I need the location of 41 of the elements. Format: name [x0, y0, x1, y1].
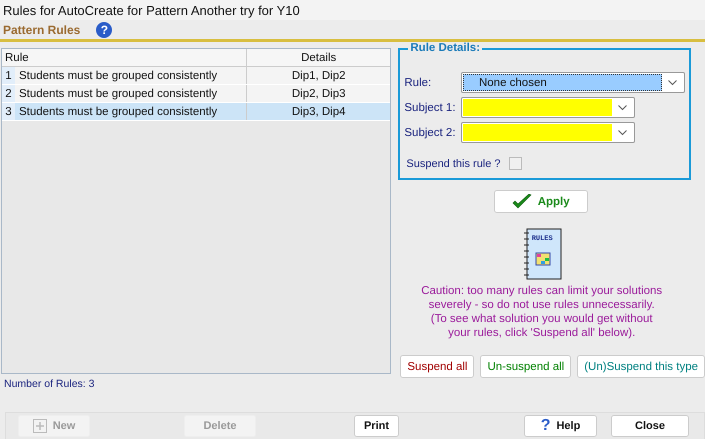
caret-icon	[618, 130, 628, 136]
table-cell: Students must be grouped consistently	[15, 67, 247, 84]
caret-icon	[668, 80, 678, 86]
checkmark-icon	[512, 194, 532, 210]
footer-button[interactable]: Print	[354, 415, 399, 437]
suspend-checkbox[interactable]	[508, 157, 522, 170]
row-number: 1	[2, 67, 15, 84]
table-row[interactable]: 1 Students must be grouped consistently Dip1, Dip2	[2, 67, 390, 85]
caret-icon	[618, 104, 628, 110]
dropdown-field[interactable]: None chosen	[460, 72, 686, 93]
table-row[interactable]: 2 Students must be grouped consistently Dip2, Dip3	[2, 85, 390, 103]
group-title: Rule Details:	[408, 42, 482, 54]
footer-button[interactable]: Close	[611, 415, 689, 437]
column-header[interactable]: Rule	[2, 49, 247, 66]
window-title: Rules for AutoCreate for Pattern Another try for Y10	[3, 2, 300, 18]
section-title: Pattern Rules	[3, 22, 80, 36]
help-button[interactable]: ? Help	[524, 415, 597, 437]
field-label: Rule:	[404, 76, 432, 88]
table-cell: Students must be grouped consistently	[15, 85, 247, 102]
checkbox-label: Suspend this rule ?	[406, 158, 501, 170]
field-label: Subject 1:	[404, 102, 457, 114]
row-number: 2	[2, 85, 15, 102]
suspend-button[interactable]: Un-suspend all	[480, 355, 572, 378]
rule-count: Number of Rules: 3	[4, 378, 96, 390]
field-label: Subject 2:	[404, 126, 457, 138]
row-number: 3	[2, 103, 15, 120]
table-row[interactable]: 3 Students must be grouped consistently Dip3, Dip4	[2, 103, 390, 121]
table-cell-text: Dip1, Dip2	[290, 68, 347, 84]
dropdown-field[interactable]	[461, 97, 636, 118]
suspend-button[interactable]: Suspend all	[400, 355, 474, 378]
plus-icon	[32, 419, 47, 433]
help-icon[interactable]: ?	[96, 22, 112, 38]
apply-button[interactable]: Apply	[494, 190, 588, 213]
caution-text: Caution: too many rules can limit your solutions severely - so do not use rules unnecessarily. (To see what solution you would get without your rules, click 'Suspend all' below).	[420, 284, 664, 340]
table-cell-text: Dip3, Dip4	[290, 104, 347, 120]
column-header[interactable]: Details	[247, 49, 390, 66]
dropdown-field[interactable]	[461, 122, 636, 143]
suspend-button[interactable]: (Un)Suspend this type	[577, 355, 705, 378]
table-cell: Students must be grouped consistently	[15, 103, 247, 120]
notebook-icon	[522, 228, 562, 280]
table-cell-text: Dip2, Dip3	[290, 86, 347, 102]
